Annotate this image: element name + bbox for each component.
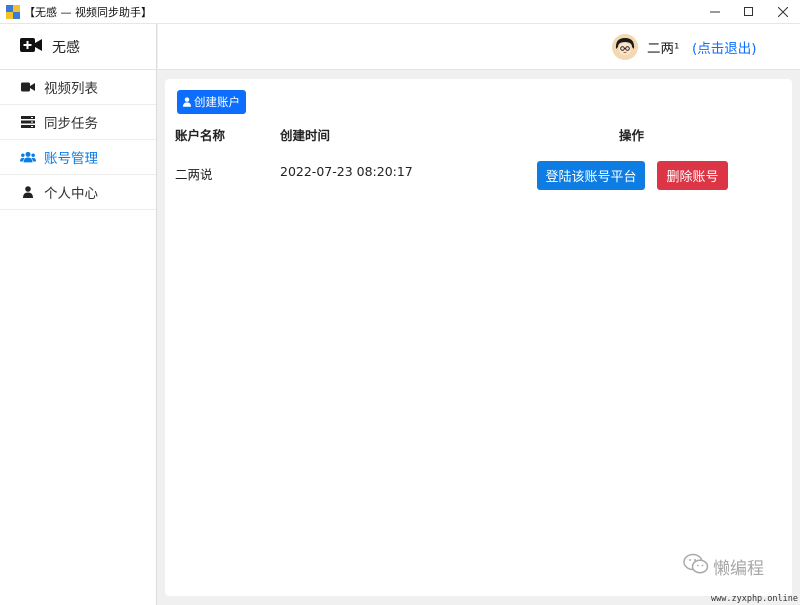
close-icon[interactable] — [766, 0, 800, 24]
delete-account-button[interactable]: 删除账号 — [657, 161, 728, 190]
avatar[interactable] — [612, 34, 638, 60]
created-time-cell: 2022-07-23 08:20:17 — [280, 164, 413, 179]
create-account-label: 创建账户 — [194, 95, 240, 109]
sidebar-item-personal-center[interactable]: 个人中心 — [0, 175, 156, 210]
watermark-text: 懒编程 — [713, 558, 764, 579]
sidebar: 无感 视频列表 同步任务 账号管理 个人中心 — [0, 24, 157, 605]
sidebar-item-account-management[interactable]: 账号管理 — [0, 140, 156, 175]
window-title: 【无感 — 视频同步助手】 — [24, 5, 152, 19]
account-name-cell: 二两说 — [175, 167, 213, 182]
user-name: 二两¹ — [647, 41, 680, 57]
top-header: 二两¹ (点击退出) — [158, 24, 800, 70]
column-header-created-time: 创建时间 — [280, 128, 331, 143]
brand-name: 无感 — [52, 39, 80, 56]
app-icon — [6, 4, 20, 19]
sidebar-item-label: 同步任务 — [44, 116, 98, 132]
sidebar-item-video-list[interactable]: 视频列表 — [0, 70, 156, 105]
user-icon — [183, 97, 191, 107]
window-titlebar: 【无感 — 视频同步助手】 — [0, 0, 800, 24]
create-account-button[interactable]: 创建账户 — [177, 90, 246, 114]
video-camera-icon — [20, 79, 36, 95]
watermark: 懒编程 — [683, 553, 764, 579]
column-header-account-name: 账户名称 — [175, 128, 226, 143]
users-icon — [20, 149, 36, 165]
maximize-icon[interactable] — [732, 0, 766, 24]
sidebar-item-label: 视频列表 — [44, 81, 98, 97]
minimize-icon[interactable] — [698, 0, 732, 24]
user-icon — [20, 184, 36, 200]
site-watermark: www.zyxphp.online — [711, 594, 798, 604]
server-icon — [20, 114, 36, 130]
login-platform-button[interactable]: 登陆该账号平台 — [537, 161, 645, 190]
brand[interactable]: 无感 — [0, 24, 156, 70]
account-panel: 创建账户 账户名称 创建时间 操作 二两说 2022-07-23 08:20:1… — [165, 79, 792, 596]
sidebar-item-label: 账号管理 — [44, 151, 98, 167]
column-header-actions: 操作 — [619, 128, 645, 143]
sidebar-item-sync-tasks[interactable]: 同步任务 — [0, 105, 156, 140]
wechat-icon — [683, 553, 709, 579]
window-controls — [698, 0, 800, 24]
sidebar-item-label: 个人中心 — [44, 186, 98, 202]
video-plus-icon — [20, 37, 42, 57]
logout-link[interactable]: (点击退出) — [692, 37, 757, 57]
